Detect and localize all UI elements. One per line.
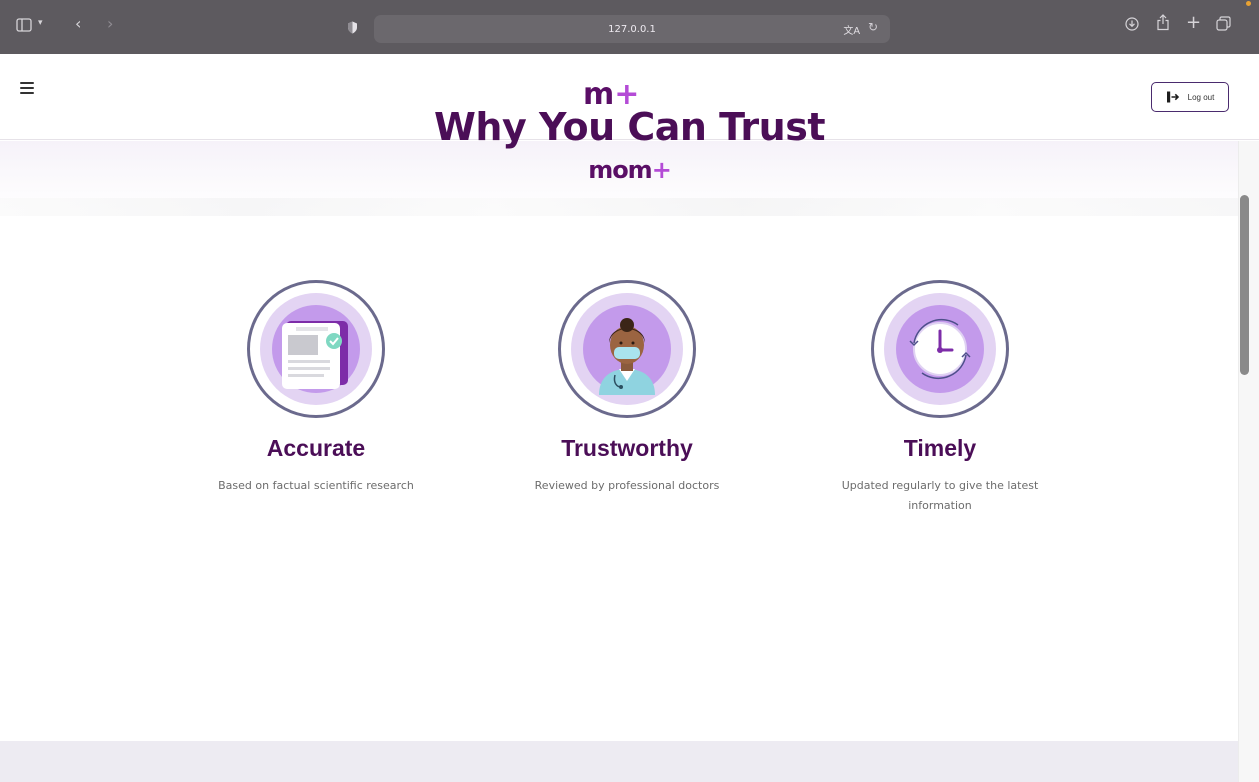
new-tab-icon[interactable]: + xyxy=(1186,12,1201,33)
scrollbar-thumb[interactable] xyxy=(1240,195,1249,375)
logout-label: Log out xyxy=(1187,92,1215,102)
reload-icon[interactable]: ↻ xyxy=(868,20,878,34)
share-icon[interactable] xyxy=(1156,14,1170,35)
clock-icon xyxy=(909,318,971,380)
brand-wordmark-plus: + xyxy=(651,156,672,184)
browser-toolbar: ▾ ‹ › 127.0.0.1 文A ↻ + xyxy=(0,0,1259,54)
translate-icon[interactable]: 文A xyxy=(843,22,860,37)
feature-trustworthy: Trustworthy Reviewed by professional doc… xyxy=(492,280,762,496)
feature-description: Updated regularly to give the latest inf… xyxy=(841,479,1039,512)
url-text: 127.0.0.1 xyxy=(608,23,656,35)
download-icon[interactable] xyxy=(1125,16,1139,35)
feature-badge xyxy=(247,280,385,418)
brand-wordmark-text: mom xyxy=(588,156,653,184)
privacy-shield-icon[interactable] xyxy=(347,19,358,38)
notification-dot xyxy=(1246,1,1251,6)
feature-badge xyxy=(871,280,1009,418)
hamburger-menu-icon[interactable] xyxy=(20,82,34,96)
feature-title: Timely xyxy=(903,435,977,461)
tabs-overview-icon[interactable] xyxy=(1216,16,1231,35)
feature-description: Reviewed by professional doctors xyxy=(534,479,720,492)
back-icon[interactable]: ‹ xyxy=(75,14,81,33)
doctor-icon xyxy=(599,318,655,395)
forward-icon[interactable]: › xyxy=(107,14,113,33)
section-title: Why You Can Trust xyxy=(433,105,826,149)
feature-title: Trustworthy xyxy=(561,435,693,461)
sidebar-icon[interactable] xyxy=(16,17,32,36)
feature-badge xyxy=(558,280,696,418)
feature-title: Accurate xyxy=(266,435,366,461)
brand-wordmark: mom+ xyxy=(0,156,1259,184)
faded-banner-strip xyxy=(0,198,1238,216)
feature-description: Based on factual scientific research xyxy=(218,479,414,492)
address-bar[interactable]: 127.0.0.1 文A ↻ xyxy=(374,15,890,43)
document-check-icon xyxy=(282,321,348,389)
next-section-band xyxy=(0,741,1238,782)
feature-timely: Timely Updated regularly to give the lat… xyxy=(805,280,1075,516)
chevron-down-icon[interactable]: ▾ xyxy=(38,18,43,28)
logout-icon xyxy=(1166,91,1179,103)
feature-accurate: Accurate Based on factual scientific res… xyxy=(181,280,451,496)
